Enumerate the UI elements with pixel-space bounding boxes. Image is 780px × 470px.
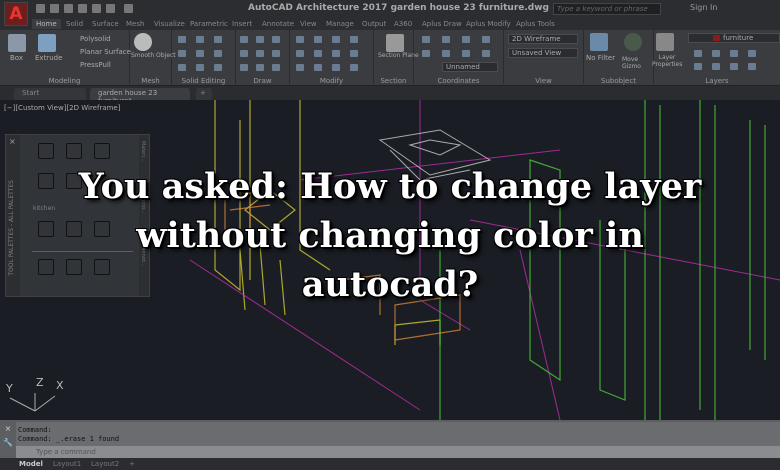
- layers-panel-label: Layers: [705, 77, 729, 85]
- box-button[interactable]: Box: [10, 54, 23, 62]
- tab-manage[interactable]: Manage: [322, 19, 358, 29]
- ucs-dropdown[interactable]: Unnamed: [442, 62, 498, 72]
- modeling-panel: Box Extrude Polysolid Planar Surface Pre…: [0, 30, 131, 86]
- article-title-overlay: You asked: How to change layer without c…: [0, 162, 780, 309]
- command-history: Command: Command: _.erase 1 found: [16, 422, 780, 446]
- tab-annotate[interactable]: Annotate: [258, 19, 298, 29]
- coordinates-panel: Unnamed Coordinates: [414, 30, 504, 86]
- tab-model[interactable]: Model: [14, 459, 48, 469]
- view-panel-label: View: [535, 77, 552, 85]
- tab-start[interactable]: Start: [14, 88, 86, 100]
- tab-home[interactable]: Home: [32, 19, 61, 29]
- open-icon[interactable]: [50, 4, 59, 13]
- new-tab-button[interactable]: +: [196, 88, 212, 100]
- tab-layout1[interactable]: Layout1: [48, 459, 86, 469]
- subobject-panel: No Filter Move Gizmo Subobject: [584, 30, 654, 86]
- palette-tab-materials[interactable]: Materi...: [140, 141, 146, 162]
- search-input[interactable]: Type a keyword or phrase: [553, 3, 661, 15]
- tab-insert[interactable]: Insert: [228, 19, 256, 29]
- tab-parametric[interactable]: Parametric: [186, 19, 232, 29]
- presspull-button[interactable]: PressPull: [80, 61, 111, 69]
- draw-panel-label: Draw: [253, 77, 272, 85]
- mesh-panel-label: Mesh: [141, 77, 160, 85]
- command-line-controls: × 🔧: [0, 422, 16, 458]
- title-line-1: You asked: How to change layer: [78, 166, 702, 207]
- application-menu-button[interactable]: A: [4, 2, 28, 26]
- tab-view[interactable]: View: [296, 19, 321, 29]
- solid-editing-panel-label: Solid Editing: [181, 77, 226, 85]
- section-panel: Section Plane Section: [374, 30, 419, 86]
- modify-panel-label: Modify: [319, 77, 344, 85]
- view-panel: 2D Wireframe Unsaved View View: [504, 30, 584, 86]
- no-filter-icon[interactable]: [590, 33, 608, 51]
- layer-dropdown[interactable]: furniture: [688, 33, 780, 43]
- no-filter-button[interactable]: No Filter: [586, 54, 615, 62]
- tab-solid[interactable]: Solid: [62, 19, 87, 29]
- history-line: Command:: [18, 426, 52, 434]
- move-gizmo-button[interactable]: Move Gizmo: [622, 56, 648, 70]
- undo-icon[interactable]: [106, 4, 115, 13]
- title-bar: A AutoCAD Architecture 2017 garden house…: [0, 0, 780, 26]
- coordinates-panel-label: Coordinates: [437, 77, 480, 85]
- sign-in-button[interactable]: Sign In: [690, 3, 717, 12]
- title-line-2: without changing color in: [136, 215, 644, 256]
- save-as-icon[interactable]: [78, 4, 87, 13]
- layer-color-swatch: [713, 35, 720, 41]
- box-icon[interactable]: [8, 34, 26, 52]
- move-gizmo-icon[interactable]: [624, 33, 642, 51]
- ribbon-tabs: Home Solid Surface Mesh Visualize Parame…: [0, 18, 780, 30]
- extrude-button[interactable]: Extrude: [35, 54, 62, 62]
- section-plane-button[interactable]: Section Plane: [378, 52, 419, 59]
- tab-aplus-tools[interactable]: Aplus Tools: [512, 19, 559, 29]
- smooth-object-button[interactable]: Smooth Object: [131, 52, 176, 59]
- command-input[interactable]: Type a command: [16, 446, 780, 458]
- save-icon[interactable]: [64, 4, 73, 13]
- subobject-panel-label: Subobject: [601, 77, 636, 85]
- viewport-controls-label[interactable]: [−][Custom View][2D Wireframe]: [4, 104, 120, 112]
- tab-layout2[interactable]: Layout2: [86, 459, 124, 469]
- modify-panel: Modify: [290, 30, 374, 86]
- tab-aplus-draw[interactable]: Aplus Draw: [418, 19, 466, 29]
- add-layout-button[interactable]: +: [124, 459, 140, 469]
- document-tabs: Start garden house 23 furniture* +: [0, 86, 780, 105]
- title-line-3: autocad?: [301, 264, 479, 305]
- smooth-object-icon[interactable]: [134, 33, 152, 51]
- tab-mesh[interactable]: Mesh: [122, 19, 148, 29]
- close-icon[interactable]: ×: [0, 422, 16, 436]
- tab-aplus-modify[interactable]: Aplus Modify: [462, 19, 515, 29]
- palette-close-icon[interactable]: ×: [9, 137, 16, 146]
- tab-surface[interactable]: Surface: [88, 19, 123, 29]
- tab-drawing[interactable]: garden house 23 furniture*: [90, 88, 190, 105]
- tab-a360[interactable]: A360: [390, 19, 416, 29]
- draw-panel: Draw: [236, 30, 290, 86]
- ucs-x-label: X: [56, 379, 64, 392]
- ribbon: Box Extrude Polysolid Planar Surface Pre…: [0, 30, 780, 86]
- layer-properties-button[interactable]: Layer Properties: [652, 54, 682, 68]
- window-title: AutoCAD Architecture 2017 garden house 2…: [248, 3, 549, 13]
- section-plane-icon[interactable]: [386, 34, 404, 52]
- command-line: × 🔧 Command: Command: _.erase 1 found Ty…: [0, 420, 780, 458]
- planar-surface-button[interactable]: Planar Surface: [80, 48, 131, 56]
- history-line: Command: _.erase 1 found: [18, 435, 120, 443]
- ucs-z-label: Z: [36, 376, 44, 389]
- section-panel-label: Section: [380, 77, 407, 85]
- extrude-icon[interactable]: [38, 34, 56, 52]
- layer-properties-icon[interactable]: [656, 33, 674, 51]
- mesh-panel: Smooth Object Mesh: [130, 30, 176, 86]
- tab-visualize[interactable]: Visualize: [150, 19, 189, 29]
- modeling-panel-label: Modeling: [48, 77, 81, 85]
- layers-panel: Layer Properties furniture Layers: [652, 30, 780, 86]
- layout-tabs: Model Layout1 Layout2 +: [0, 458, 780, 470]
- current-layer-name: furniture: [723, 34, 754, 42]
- named-view-dropdown[interactable]: Unsaved View: [508, 48, 578, 58]
- tab-output[interactable]: Output: [358, 19, 390, 29]
- redo-icon[interactable]: [124, 4, 133, 13]
- solid-editing-panel: Solid Editing: [172, 30, 236, 86]
- polysolid-button[interactable]: Polysolid: [80, 35, 111, 43]
- visual-style-dropdown[interactable]: 2D Wireframe: [508, 34, 578, 44]
- ucs-y-label: Y: [6, 382, 13, 395]
- wrench-icon[interactable]: 🔧: [0, 436, 16, 450]
- new-icon[interactable]: [36, 4, 45, 13]
- plot-icon[interactable]: [92, 4, 101, 13]
